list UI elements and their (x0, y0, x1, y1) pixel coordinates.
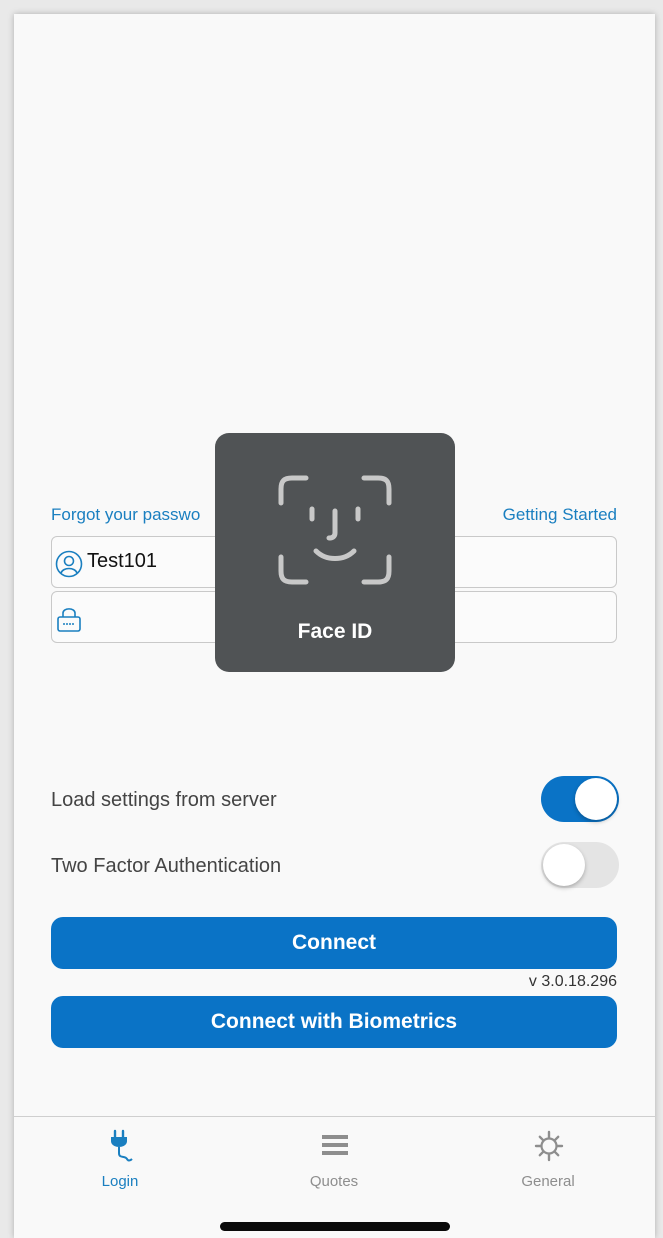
face-id-icon (278, 475, 392, 585)
toggle-knob (575, 778, 617, 820)
tab-quotes[interactable]: Quotes (274, 1117, 394, 1217)
connect-button[interactable]: Connect (51, 917, 617, 969)
tab-general[interactable]: General (488, 1117, 608, 1217)
username-value: Test101 (87, 550, 158, 572)
face-id-overlay: Face ID (215, 433, 455, 672)
login-screen: Forgot your passwo Getting Started Test1… (14, 14, 655, 1238)
gear-icon (534, 1130, 564, 1162)
user-icon (55, 550, 83, 578)
tab-general-label: General (521, 1173, 575, 1190)
tab-login[interactable]: Login (60, 1117, 180, 1217)
plug-icon (111, 1129, 133, 1162)
load-settings-toggle[interactable] (541, 776, 619, 822)
toggle-knob (543, 844, 585, 886)
two-factor-toggle[interactable] (541, 842, 619, 888)
menu-icon (322, 1135, 348, 1155)
lock-icon (57, 608, 81, 632)
load-settings-label: Load settings from server (51, 789, 277, 811)
getting-started-link[interactable]: Getting Started (503, 505, 617, 525)
version-label: v 3.0.18.296 (528, 973, 617, 990)
tab-bar: Login Quotes General (14, 1116, 655, 1238)
tab-quotes-label: Quotes (309, 1173, 359, 1190)
two-factor-label: Two Factor Authentication (51, 855, 282, 877)
home-indicator[interactable] (220, 1222, 450, 1231)
connect-biometrics-button[interactable]: Connect with Biometrics (51, 996, 617, 1048)
forgot-password-link[interactable]: Forgot your passwo (51, 505, 200, 525)
tab-login-label: Login (101, 1173, 139, 1190)
face-id-label: Face ID (297, 620, 373, 643)
